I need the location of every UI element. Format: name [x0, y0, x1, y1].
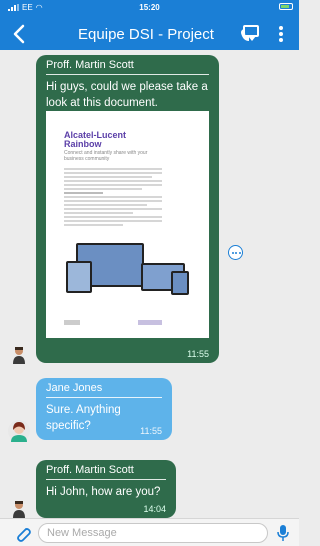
video-call-icon[interactable]	[239, 24, 261, 44]
message-sender: Proff. Martin Scott	[46, 59, 134, 71]
document-subtitle: Connect and instantly share with your bu…	[64, 150, 148, 162]
battery-icon	[279, 3, 293, 12]
attachment-icon[interactable]	[14, 525, 32, 543]
avatar[interactable]	[12, 346, 26, 364]
document-footer	[64, 320, 162, 326]
composer-bar: New Message	[0, 518, 299, 546]
message-list[interactable]: Proff. Martin Scott Hi guys, could we pl…	[0, 50, 299, 518]
document-title: Alcatel-Lucent Rainbow	[64, 130, 127, 149]
device-image	[66, 261, 92, 293]
message-time: 11:55	[140, 426, 162, 436]
more-options-icon[interactable]	[228, 245, 243, 260]
microphone-icon[interactable]	[276, 524, 290, 542]
message-sender: Proff. Martin Scott	[46, 464, 134, 476]
message-input[interactable]: New Message	[38, 523, 268, 543]
message-time: 14:04	[143, 504, 166, 514]
more-icon[interactable]	[275, 24, 287, 44]
message-bubble[interactable]: Proff. Martin Scott Hi John, how are you…	[36, 460, 176, 518]
top-bar: EE ◠ 15:20 Equipe DSI - Project	[0, 0, 299, 50]
message-sender: Jane Jones	[46, 382, 103, 394]
document-attachment[interactable]: Alcatel-Lucent Rainbow Connect and insta…	[46, 111, 209, 338]
message-bubble[interactable]: Proff. Martin Scott Hi guys, could we pl…	[36, 55, 219, 363]
message-text: Hi guys, could we please take a look at …	[46, 81, 208, 109]
avatar[interactable]	[8, 420, 30, 442]
status-bar: EE ◠ 15:20	[0, 0, 299, 14]
message-text: Hi John, how are you?	[46, 486, 161, 498]
status-time: 15:20	[139, 3, 160, 12]
conversation-title[interactable]: Equipe DSI - Project	[66, 26, 226, 43]
document-body	[64, 168, 162, 228]
message-bubble[interactable]: Jane Jones Sure. Anything specific? 11:5…	[36, 378, 172, 440]
device-image	[171, 271, 189, 295]
nav-row: Equipe DSI - Project	[0, 22, 299, 46]
message-time: 11:55	[187, 349, 209, 359]
back-icon[interactable]	[10, 22, 30, 46]
avatar[interactable]	[12, 500, 26, 518]
